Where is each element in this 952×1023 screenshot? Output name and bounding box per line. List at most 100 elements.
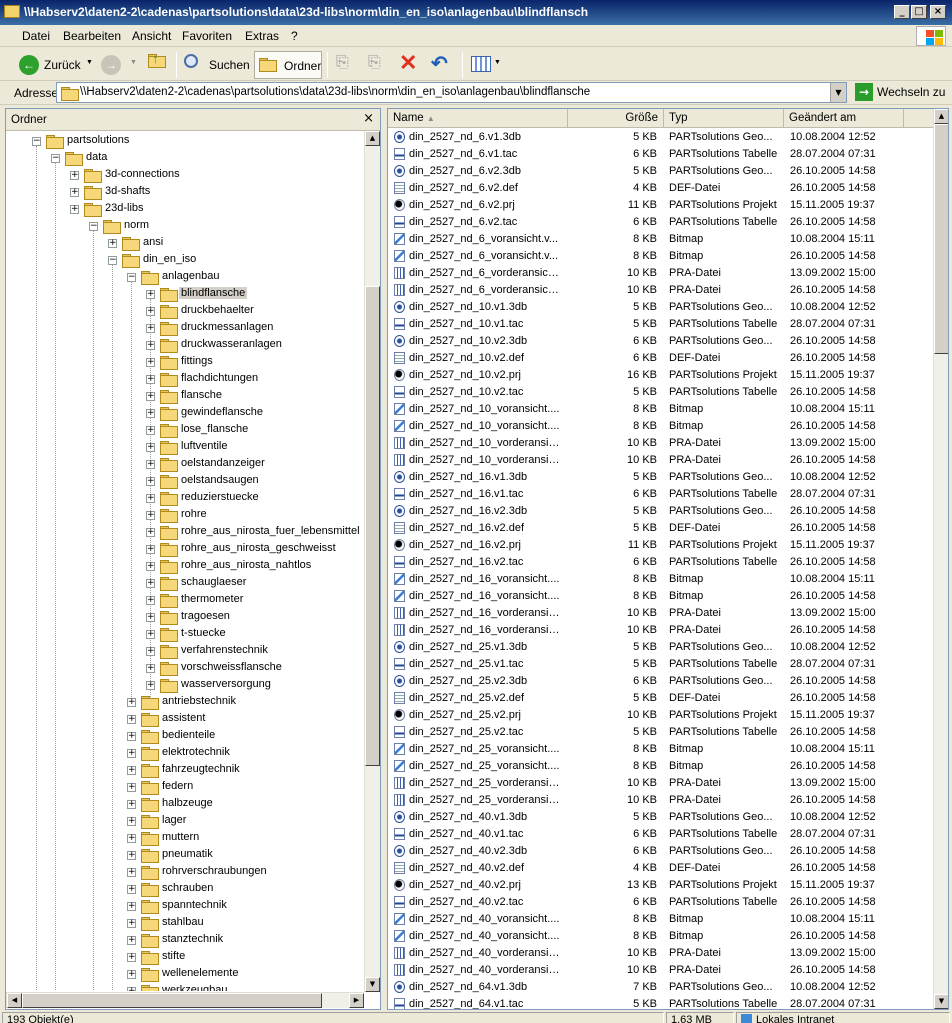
expand-toggle-icon[interactable]: +	[108, 239, 117, 248]
file-row[interactable]: din_2527_nd_25_vorderansic... 10 KB PRA-Da…	[388, 775, 933, 792]
file-list-vertical-scrollbar[interactable]: ▲ ▼	[933, 109, 948, 1009]
go-button[interactable]: → Wechseln zu	[853, 82, 949, 103]
scroll-thumb[interactable]	[934, 124, 948, 354]
expand-toggle-icon[interactable]: +	[146, 647, 155, 656]
expand-toggle-icon[interactable]: +	[127, 970, 136, 979]
collapse-toggle-icon[interactable]: −	[32, 137, 41, 146]
file-row[interactable]: din_2527_nd_6.v2.3db 5 KB PARTsolutions Ge…	[388, 163, 933, 180]
expand-toggle-icon[interactable]: +	[146, 613, 155, 622]
expand-toggle-icon[interactable]: +	[70, 205, 79, 214]
scroll-up-button[interactable]: ▲	[934, 109, 948, 124]
menu-datei[interactable]: Datei	[22, 29, 50, 43]
expand-toggle-icon[interactable]: +	[127, 936, 136, 945]
search-button[interactable]: Suchen	[180, 51, 250, 79]
file-row[interactable]: din_2527_nd_25_voransicht.... 8 KB Bitmap 1…	[388, 741, 933, 758]
expand-toggle-icon[interactable]: +	[146, 358, 155, 367]
file-row[interactable]: din_2527_nd_10_voransicht.... 8 KB Bitmap 2…	[388, 418, 933, 435]
file-row[interactable]: din_2527_nd_16_voransicht.... 8 KB Bitmap 1…	[388, 571, 933, 588]
undo-icon[interactable]: ↶	[431, 51, 455, 79]
expand-toggle-icon[interactable]: +	[127, 851, 136, 860]
close-pane-icon[interactable]: ×	[363, 111, 374, 126]
file-row[interactable]: din_2527_nd_16_vorderansic... 10 KB PRA-Da…	[388, 605, 933, 622]
expand-toggle-icon[interactable]: +	[127, 817, 136, 826]
file-row[interactable]: din_2527_nd_6_voransicht.v... 8 KB Bitmap 1…	[388, 231, 933, 248]
menu-extras[interactable]: Extras	[245, 29, 279, 43]
back-button[interactable]: ← Zurück ▼	[16, 51, 96, 79]
file-row[interactable]: din_2527_nd_40_vorderansic... 10 KB PRA-Da…	[388, 945, 933, 962]
address-value[interactable]: \\Habserv2\daten2-2\cadenas\partsolution…	[80, 86, 590, 98]
expand-toggle-icon[interactable]: +	[127, 834, 136, 843]
expand-toggle-icon[interactable]: +	[127, 868, 136, 877]
expand-toggle-icon[interactable]: +	[146, 596, 155, 605]
tree-horizontal-scrollbar[interactable]: ◀ ▶	[6, 992, 364, 1008]
file-row[interactable]: din_2527_nd_25.v2.def 5 KB DEF-Datei 26.10.…	[388, 690, 933, 707]
file-row[interactable]: din_2527_nd_25.v2.prj 10 KB PARTsolutions …	[388, 707, 933, 724]
expand-toggle-icon[interactable]: +	[146, 545, 155, 554]
file-row[interactable]: din_2527_nd_40.v2.prj 13 KB PARTsolutions …	[388, 877, 933, 894]
file-row[interactable]: din_2527_nd_25.v1.tac 5 KB PARTsolutions T…	[388, 656, 933, 673]
expand-toggle-icon[interactable]: +	[127, 902, 136, 911]
menu-bearbeiten[interactable]: Bearbeiten	[63, 29, 121, 43]
expand-toggle-icon[interactable]: +	[146, 460, 155, 469]
expand-toggle-icon[interactable]: +	[127, 715, 136, 724]
file-row[interactable]: din_2527_nd_6.v1.3db 5 KB PARTsolutions Ge…	[388, 129, 933, 146]
file-row[interactable]: din_2527_nd_16_voransicht.... 8 KB Bitmap 2…	[388, 588, 933, 605]
file-row[interactable]: din_2527_nd_40.v2.def 4 KB DEF-Datei 26.10.…	[388, 860, 933, 877]
expand-toggle-icon[interactable]: +	[146, 528, 155, 537]
column-name[interactable]: Name ▲	[388, 109, 568, 128]
column-size[interactable]: Größe	[568, 109, 664, 128]
scroll-down-button[interactable]: ▼	[365, 977, 380, 992]
forward-button[interactable]: → ▼	[98, 51, 138, 79]
menu-help[interactable]: ?	[291, 29, 298, 43]
file-row[interactable]: din_2527_nd_25.v2.3db 6 KB PARTsolutions G…	[388, 673, 933, 690]
file-row[interactable]: din_2527_nd_10_vorderansic... 10 KB PRA-Da…	[388, 435, 933, 452]
up-folder-button[interactable]: ↑	[146, 51, 170, 79]
expand-toggle-icon[interactable]: +	[146, 290, 155, 299]
file-row[interactable]: din_2527_nd_6_vorderansich... 10 KB PRA-Da…	[388, 282, 933, 299]
expand-toggle-icon[interactable]: +	[146, 511, 155, 520]
views-button[interactable]: ▼	[468, 51, 502, 79]
expand-toggle-icon[interactable]: +	[146, 392, 155, 401]
file-row[interactable]: din_2527_nd_16.v2.3db 5 KB PARTsolutions G…	[388, 503, 933, 520]
expand-toggle-icon[interactable]: +	[146, 494, 155, 503]
file-row[interactable]: din_2527_nd_6_voransicht.v... 8 KB Bitmap 2…	[388, 248, 933, 265]
title-bar[interactable]: \\Habserv2\daten2-2\cadenas\partsolution…	[0, 0, 952, 25]
expand-toggle-icon[interactable]: +	[70, 171, 79, 180]
file-row[interactable]: din_2527_nd_10.v1.3db 5 KB PARTsolutions G…	[388, 299, 933, 316]
collapse-toggle-icon[interactable]: −	[89, 222, 98, 231]
file-row[interactable]: din_2527_nd_40.v1.tac 6 KB PARTsolutions T…	[388, 826, 933, 843]
file-row[interactable]: din_2527_nd_10_voransicht.... 8 KB Bitmap 1…	[388, 401, 933, 418]
file-row[interactable]: din_2527_nd_10_vorderansic... 10 KB PRA-Da…	[388, 452, 933, 469]
file-row[interactable]: din_2527_nd_25_voransicht.... 8 KB Bitmap 2…	[388, 758, 933, 775]
file-row[interactable]: din_2527_nd_16_vorderansic... 10 KB PRA-Da…	[388, 622, 933, 639]
expand-toggle-icon[interactable]: +	[127, 698, 136, 707]
expand-toggle-icon[interactable]: +	[146, 681, 155, 690]
file-row[interactable]: din_2527_nd_10.v2.prj 16 KB PARTsolutions …	[388, 367, 933, 384]
file-row[interactable]: din_2527_nd_10.v2.3db 6 KB PARTsolutions G…	[388, 333, 933, 350]
file-row[interactable]: din_2527_nd_16.v1.tac 6 KB PARTsolutions T…	[388, 486, 933, 503]
expand-toggle-icon[interactable]: +	[146, 664, 155, 673]
scroll-up-button[interactable]: ▲	[365, 131, 380, 146]
expand-toggle-icon[interactable]: +	[127, 766, 136, 775]
file-row[interactable]: din_2527_nd_6.v2.def 4 KB DEF-Datei 26.10.2…	[388, 180, 933, 197]
collapse-toggle-icon[interactable]: −	[108, 256, 117, 265]
delete-icon[interactable]: ✕	[399, 50, 423, 78]
expand-toggle-icon[interactable]: +	[146, 409, 155, 418]
file-row[interactable]: din_2527_nd_10.v1.tac 5 KB PARTsolutions T…	[388, 316, 933, 333]
expand-toggle-icon[interactable]: +	[146, 324, 155, 333]
expand-toggle-icon[interactable]: +	[127, 885, 136, 894]
expand-toggle-icon[interactable]: +	[127, 800, 136, 809]
file-row[interactable]: din_2527_nd_25_vorderansic... 10 KB PRA-Da…	[388, 792, 933, 809]
expand-toggle-icon[interactable]: +	[146, 630, 155, 639]
file-row[interactable]: din_2527_nd_25.v2.tac 5 KB PARTsolutions T…	[388, 724, 933, 741]
file-row[interactable]: din_2527_nd_6.v2.prj 11 KB PARTsolutions P…	[388, 197, 933, 214]
file-row[interactable]: din_2527_nd_25.v1.3db 5 KB PARTsolutions G…	[388, 639, 933, 656]
file-row[interactable]: din_2527_nd_16.v1.3db 5 KB PARTsolutions G…	[388, 469, 933, 486]
expand-toggle-icon[interactable]: +	[127, 987, 136, 991]
file-row[interactable]: din_2527_nd_6_vorderansich... 10 KB PRA-Da…	[388, 265, 933, 282]
expand-toggle-icon[interactable]: +	[146, 443, 155, 452]
expand-toggle-icon[interactable]: +	[70, 188, 79, 197]
expand-toggle-icon[interactable]: +	[127, 732, 136, 741]
close-button[interactable]: ×	[930, 5, 946, 19]
menu-favoriten[interactable]: Favoriten	[182, 29, 232, 43]
